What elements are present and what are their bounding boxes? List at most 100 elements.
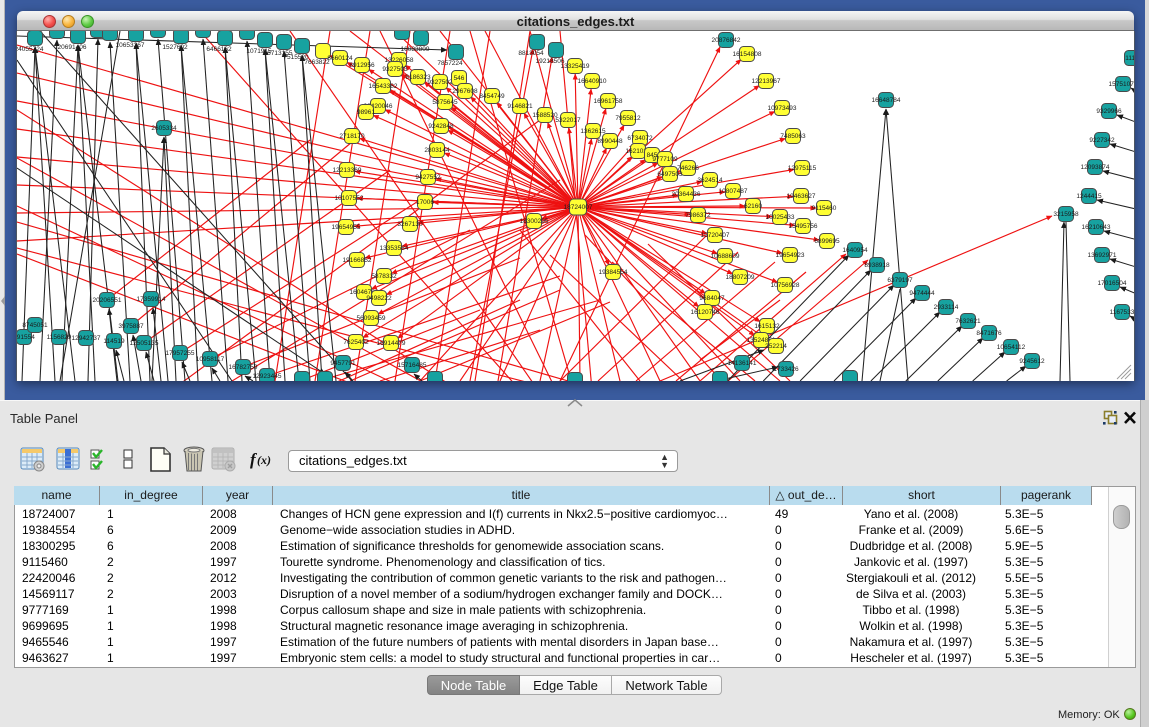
svg-text:13692971: 13692971 — [1088, 252, 1117, 259]
svg-text:3624514: 3624514 — [697, 177, 723, 184]
svg-text:9327503: 9327503 — [382, 66, 408, 73]
svg-text:12975115: 12975115 — [788, 165, 817, 172]
svg-text:20364436: 20364436 — [672, 191, 701, 198]
svg-text:18300295: 18300295 — [520, 218, 549, 225]
svg-text:8990448: 8990448 — [597, 138, 623, 145]
svg-text:17359914: 17359914 — [137, 296, 166, 303]
svg-text:7485063: 7485063 — [780, 133, 806, 140]
svg-text:15751074: 15751074 — [1109, 81, 1134, 88]
svg-text:98961: 98961 — [357, 109, 375, 116]
svg-text:6497503: 6497503 — [657, 171, 683, 178]
svg-text:14136141: 14136141 — [728, 360, 757, 367]
svg-text:12093874: 12093874 — [1081, 164, 1110, 171]
svg-text:9245612: 9245612 — [1019, 358, 1045, 365]
svg-text:13353584: 13353584 — [380, 245, 409, 252]
svg-text:19166852: 19166852 — [343, 257, 372, 264]
svg-text:19463627: 19463627 — [787, 193, 816, 200]
svg-text:17006: 17006 — [416, 199, 434, 206]
svg-text:10958117: 10958117 — [196, 356, 225, 363]
svg-text:114519: 114519 — [103, 338, 125, 345]
svg-text:2967608: 2967608 — [452, 88, 478, 95]
svg-text:8471676: 8471676 — [976, 330, 1002, 337]
svg-text:15495756: 15495756 — [789, 223, 818, 230]
svg-text:19654923: 19654923 — [776, 252, 805, 259]
svg-text:3215958: 3215958 — [1053, 211, 1079, 218]
svg-text:5875645: 5875645 — [432, 99, 458, 106]
svg-text:2718170: 2718170 — [339, 133, 365, 140]
svg-text:16543382: 16543382 — [369, 83, 398, 90]
svg-text:8938918: 8938918 — [864, 262, 890, 269]
svg-text:16033809: 16033809 — [401, 46, 430, 53]
svg-text:16120746: 16120746 — [691, 309, 720, 316]
svg-text:8660124: 8660124 — [327, 55, 353, 62]
svg-text:10973493: 10973493 — [768, 105, 797, 112]
svg-text:12505135: 12505135 — [130, 340, 159, 347]
svg-text:10688609: 10688609 — [711, 253, 740, 260]
svg-text:10807487: 10807487 — [719, 188, 748, 195]
svg-text:9327502: 9327502 — [427, 79, 453, 86]
svg-text:7857224: 7857224 — [437, 60, 463, 67]
svg-text:9227342: 9227342 — [1089, 137, 1115, 144]
svg-text:62160: 62160 — [744, 203, 762, 210]
svg-text:3267130: 3267130 — [397, 221, 423, 228]
svg-text:56093459: 56093459 — [357, 315, 386, 322]
svg-text:3975887: 3975887 — [118, 323, 144, 330]
svg-text:16640910: 16640910 — [578, 78, 607, 85]
svg-text:9329966: 9329966 — [1096, 108, 1122, 115]
svg-text:1362615: 1362615 — [580, 128, 606, 135]
svg-text:1112: 1112 — [1125, 55, 1134, 62]
svg-text:9474444: 9474444 — [909, 290, 935, 297]
svg-text:16782759: 16782759 — [229, 364, 258, 371]
svg-text:12923445: 12923445 — [253, 373, 282, 380]
svg-text:20206551: 20206551 — [93, 297, 122, 304]
svg-text:5878332: 5878332 — [371, 273, 397, 280]
svg-text:6899695: 6899695 — [814, 238, 840, 245]
svg-text:391554: 391554 — [17, 334, 35, 341]
svg-text:12213967: 12213967 — [752, 78, 781, 85]
svg-text:10756928: 10756928 — [771, 282, 800, 289]
svg-text:1615132: 1615132 — [754, 323, 780, 330]
svg-text:10025433: 10025433 — [766, 214, 795, 221]
svg-text:10653267: 10653267 — [116, 42, 145, 49]
svg-text:18724007: 18724007 — [564, 204, 593, 211]
svg-text:2933114: 2933114 — [934, 304, 959, 311]
svg-text:252214: 252214 — [765, 343, 787, 350]
svg-text:24055724: 24055724 — [17, 46, 44, 53]
svg-text:1244415: 1244415 — [1076, 193, 1102, 200]
svg-text:9146821: 9146821 — [507, 103, 533, 110]
svg-text:9457791: 9457791 — [330, 360, 356, 367]
svg-text:546: 546 — [454, 75, 465, 82]
svg-text:1156829: 1156829 — [47, 334, 72, 341]
svg-text:13325419: 13325419 — [561, 63, 590, 70]
svg-text:7625402: 7625402 — [343, 339, 369, 346]
svg-text:6379197: 6379197 — [887, 277, 913, 284]
svg-text:8745051: 8745051 — [22, 322, 48, 329]
svg-text:9777109: 9777109 — [652, 156, 678, 163]
svg-text:17016504: 17016504 — [1098, 280, 1127, 287]
svg-text:10107552: 10107552 — [335, 195, 364, 202]
svg-text:1527602: 1527602 — [162, 44, 188, 51]
svg-text:1167533: 1167533 — [1110, 309, 1134, 316]
svg-text:9427552: 9427552 — [415, 174, 441, 181]
svg-text:1588520: 1588520 — [532, 112, 558, 119]
svg-text:6734072: 6734072 — [627, 135, 653, 142]
svg-text:8813054: 8813054 — [518, 50, 544, 57]
svg-text:6466162: 6466162 — [206, 46, 232, 53]
svg-text:19384554: 19384554 — [599, 269, 628, 276]
svg-text:9115460: 9115460 — [812, 205, 837, 212]
svg-text:1640954: 1640954 — [842, 247, 868, 254]
svg-text:1733426: 1733426 — [773, 366, 799, 373]
svg-text:16648784: 16648784 — [872, 97, 901, 104]
svg-text:18807209: 18807209 — [726, 274, 755, 281]
svg-text:16154808: 16154808 — [733, 51, 762, 58]
svg-text:9684047: 9684047 — [699, 295, 725, 302]
svg-text:12942737: 12942737 — [72, 335, 101, 342]
svg-text:16914479: 16914479 — [377, 340, 406, 347]
svg-text:19654955: 19654955 — [332, 224, 361, 231]
svg-text:(x): (x) — [257, 453, 271, 467]
svg-text:16210643: 16210643 — [1082, 224, 1111, 231]
svg-text:7663822: 7663822 — [304, 59, 330, 66]
svg-text:15716485: 15716485 — [398, 362, 427, 369]
svg-text:15720407: 15720407 — [701, 232, 730, 239]
svg-text:12213369: 12213369 — [333, 167, 362, 174]
